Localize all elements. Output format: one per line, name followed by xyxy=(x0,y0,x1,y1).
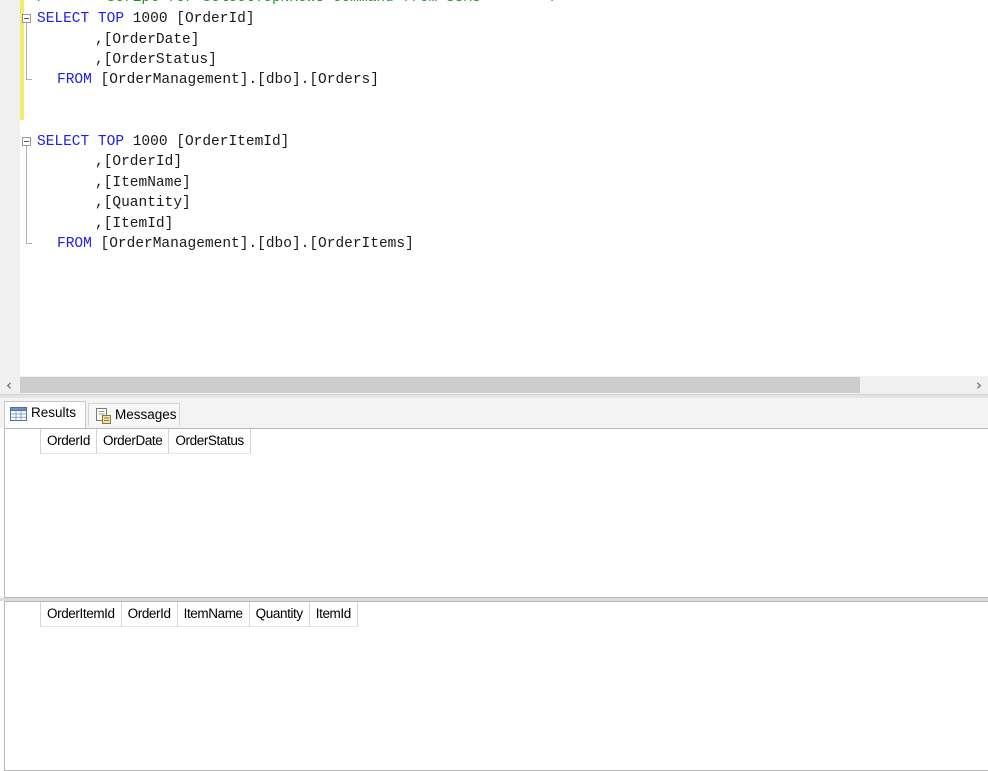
results-grid-order-items[interactable]: OrderItemId OrderId ItemName Quantity It… xyxy=(4,601,988,771)
from-keyword: FROM xyxy=(57,236,92,252)
table-name: [OrderManagement].[dbo].[Orders] xyxy=(100,72,379,88)
top-keyword: TOP xyxy=(97,11,125,27)
top-keyword: TOP xyxy=(97,134,125,150)
select-keyword: SELECT xyxy=(37,11,90,27)
column-header[interactable]: OrderId xyxy=(41,429,97,454)
column-header[interactable]: Quantity xyxy=(249,602,310,627)
editor-gutter xyxy=(0,0,20,376)
collapse-query2-icon[interactable] xyxy=(22,137,31,146)
fold-guide-2 xyxy=(26,146,27,243)
tab-messages-label: Messages xyxy=(115,407,177,422)
results-grid-orders[interactable]: OrderId OrderDate OrderStatus xyxy=(4,428,988,598)
code-line-column: ,[Quantity] xyxy=(95,195,191,211)
code-line-column: ,[ItemName] xyxy=(95,175,191,191)
grid-corner[interactable] xyxy=(5,602,41,627)
code-line-column: ,[OrderDate] xyxy=(95,32,200,48)
code-line-column: ,[OrderStatus] xyxy=(95,52,217,68)
column-header[interactable]: OrderId xyxy=(121,602,178,627)
code-line-from-2: FROM [OrderManagement].[dbo].[OrderItems… xyxy=(57,234,414,254)
code-line-select-2: SELECT TOP 1000 [OrderItemId] xyxy=(37,132,289,152)
select-keyword: SELECT xyxy=(37,134,90,150)
scroll-left-icon[interactable]: ‹ xyxy=(0,376,18,394)
grid-corner[interactable] xyxy=(5,429,41,454)
query-editor[interactable]: /****** Script for SelectTopNRows comman… xyxy=(0,0,988,376)
first-column: [OrderId] xyxy=(176,11,255,27)
grid-header: OrderItemId OrderId ItemName Quantity It… xyxy=(5,602,358,627)
code-line-select-1: SELECT TOP 1000 [OrderId] xyxy=(37,9,255,29)
fold-guide-end-2 xyxy=(26,243,32,244)
scroll-right-icon[interactable]: › xyxy=(970,376,988,394)
code-line-column: ,[OrderId] xyxy=(95,154,183,170)
column-header[interactable]: OrderItemId xyxy=(41,602,122,627)
column-header[interactable]: OrderDate xyxy=(96,429,170,454)
top-count: 1000 xyxy=(132,11,168,27)
top-count: 1000 xyxy=(132,134,168,150)
code-line-column: ,[ItemId] xyxy=(95,216,174,232)
tab-results[interactable]: Results xyxy=(4,401,86,428)
first-column: [OrderItemId] xyxy=(176,134,290,150)
tab-results-label: Results xyxy=(31,405,77,420)
scrollbar-thumb[interactable] xyxy=(20,377,860,393)
collapse-query1-icon[interactable] xyxy=(22,14,31,23)
code-line-from-1: FROM [OrderManagement].[dbo].[Orders] xyxy=(57,70,379,90)
results-tab-bar: Results Messages xyxy=(0,398,988,428)
tab-messages[interactable]: Messages xyxy=(88,403,180,426)
from-keyword: FROM xyxy=(57,72,92,88)
table-name: [OrderManagement].[dbo].[OrderItems] xyxy=(100,236,414,252)
grid-icon xyxy=(10,406,27,428)
column-header[interactable]: ItemName xyxy=(177,602,250,627)
fold-guide-1 xyxy=(26,23,27,79)
column-header[interactable]: OrderStatus xyxy=(169,429,251,454)
column-header[interactable]: ItemId xyxy=(309,602,358,627)
comment-line: /****** Script for SelectTopNRows comman… xyxy=(37,0,559,8)
horizontal-scrollbar[interactable]: ‹ › xyxy=(0,376,988,394)
grid-header: OrderId OrderDate OrderStatus xyxy=(5,429,251,454)
fold-guide-end-1 xyxy=(26,79,32,80)
